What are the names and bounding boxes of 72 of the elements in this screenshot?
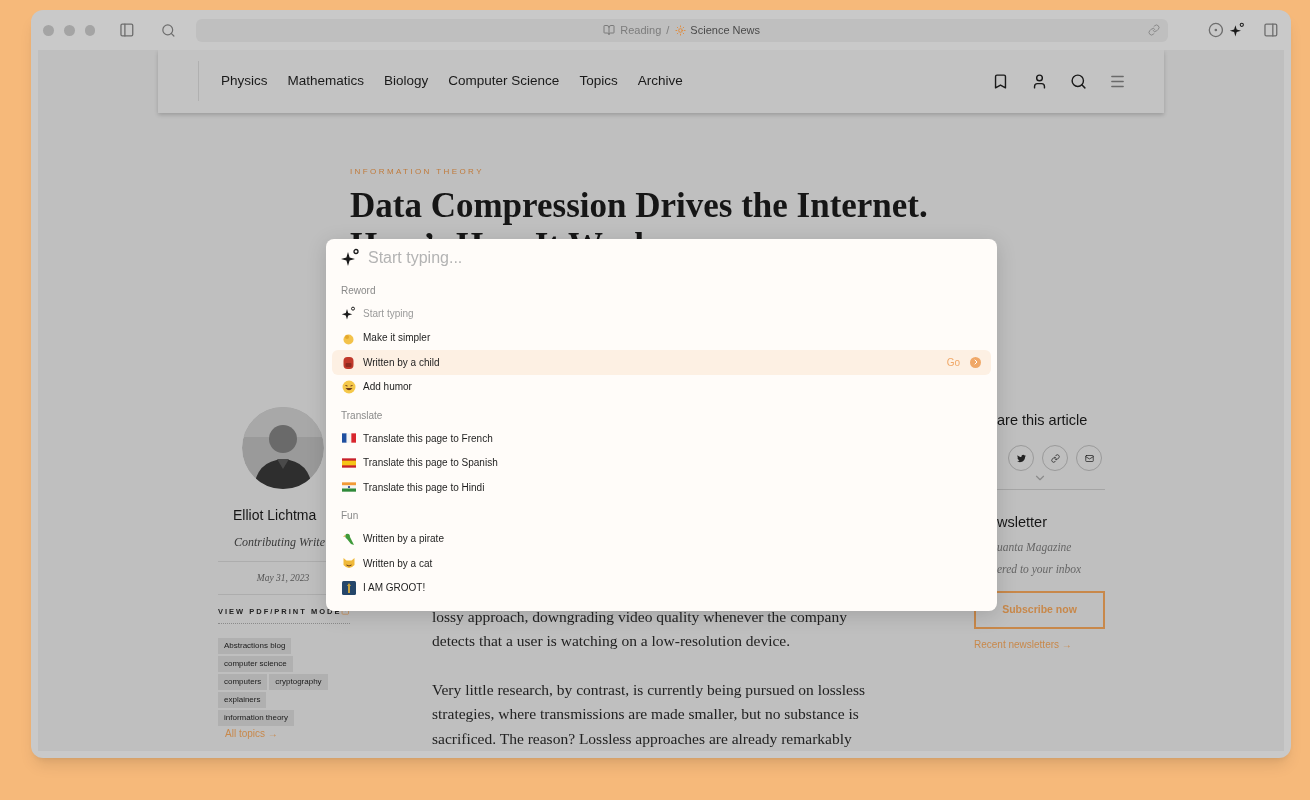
search-icon[interactable] — [1070, 72, 1087, 90]
share-heading: are this article — [997, 410, 1089, 430]
sidebar-right-icon[interactable] — [1263, 22, 1279, 38]
newsletter-text: uanta Magazine — [997, 540, 1073, 556]
topic-tag[interactable]: computer science — [218, 656, 293, 672]
article-paragraph: Very little research, by contrast, is currently being pursued on lossless strategies, where transmissions are made smaller, but no substance is sacrificed. The reason? Lossless approaches are already remarkably — [432, 679, 867, 749]
item-label: Translate this page to Spanish — [363, 456, 498, 471]
target-icon[interactable] — [1207, 22, 1224, 38]
path-separator: / — [666, 22, 670, 38]
page-name: Science News — [690, 22, 761, 38]
palette-item[interactable]: Translate this page to Hindi — [332, 475, 991, 500]
flag-icon — [341, 457, 356, 468]
sidebar-icon[interactable] — [119, 22, 136, 38]
laughing-face-icon — [341, 379, 356, 394]
go-label: Go — [946, 355, 960, 370]
item-label: Written by a cat — [363, 556, 433, 571]
item-label: Start typing — [363, 306, 414, 321]
category-label: INFORMATION THEORY — [350, 165, 485, 178]
link-icon — [1050, 453, 1060, 463]
publish-date: May 31, 2023 — [256, 571, 310, 585]
flag-icon — [341, 433, 356, 444]
topic-tag[interactable]: information theory — [218, 710, 295, 726]
palette-item[interactable]: Written by a pirate — [332, 526, 991, 551]
prompt-input[interactable]: Start typing... — [368, 246, 997, 270]
user-icon[interactable] — [1031, 72, 1048, 90]
section-label: Translate — [341, 408, 384, 423]
zoom-window-button[interactable] — [84, 24, 96, 36]
nav-link[interactable]: Computer Science — [448, 71, 560, 92]
author-role: Contributing Write — [234, 533, 326, 551]
palette-item[interactable]: Add humor — [332, 374, 991, 399]
parrot-icon — [341, 531, 356, 546]
palette-item[interactable]: Translate this page to French — [332, 426, 991, 451]
palette-item[interactable]: Make it simpler — [332, 325, 991, 350]
item-label: I AM GROOT! — [363, 581, 426, 596]
mail-icon — [1084, 453, 1094, 463]
flag-icon — [341, 482, 356, 493]
backpack-icon — [342, 355, 355, 370]
site-icon — [675, 24, 687, 36]
folder-name: Reading — [620, 22, 662, 38]
nav-link[interactable]: Physics — [221, 71, 268, 92]
item-label: Translate this page to French — [363, 431, 493, 446]
palette-item[interactable]: Written by a cat — [332, 551, 991, 576]
sparkle-icon — [1229, 22, 1246, 38]
nav-link[interactable]: Mathematics — [287, 71, 365, 92]
topic-tag[interactable]: cryptography — [269, 674, 328, 690]
nav-link[interactable]: Archive — [637, 71, 683, 92]
palette-item[interactable]: Written by a child Go — [332, 350, 991, 375]
sparkle-icon — [341, 305, 356, 321]
newsletter-text: ered to your inbox — [997, 562, 1083, 578]
item-label: Translate this page to Hindi — [363, 480, 485, 495]
palette-item[interactable]: Translate this page to Spanish — [332, 450, 991, 475]
item-label: Written by a child — [363, 355, 440, 370]
item-label: Add humor — [363, 380, 412, 395]
section-label: Reword — [341, 283, 377, 298]
topic-tag[interactable]: explainers — [218, 692, 267, 708]
bird-icon — [1016, 453, 1026, 463]
topic-tag[interactable]: Abstractions blog — [218, 638, 292, 654]
minimize-window-button[interactable] — [63, 24, 75, 36]
book-icon — [603, 24, 616, 36]
cat-face-icon — [341, 556, 356, 571]
newsletter-heading: wsletter — [997, 513, 1048, 533]
link-icon[interactable] — [1147, 24, 1160, 36]
item-label: Written by a pirate — [363, 532, 444, 547]
bookmark-icon[interactable] — [992, 72, 1009, 90]
close-window-button[interactable] — [43, 24, 54, 36]
nav-link[interactable]: Biology — [384, 71, 429, 92]
section-label: Fun — [341, 509, 360, 523]
topic-tag[interactable]: computers — [218, 674, 268, 690]
item-label: Make it simpler — [363, 331, 431, 346]
article-paragraph: lossy approach, downgrading video quality whenever the company detects that a user is watching on a low-resolution device. — [432, 606, 848, 651]
address-bar[interactable]: Reading / Science News — [195, 18, 1168, 42]
nav-link[interactable]: Topics — [579, 71, 618, 92]
